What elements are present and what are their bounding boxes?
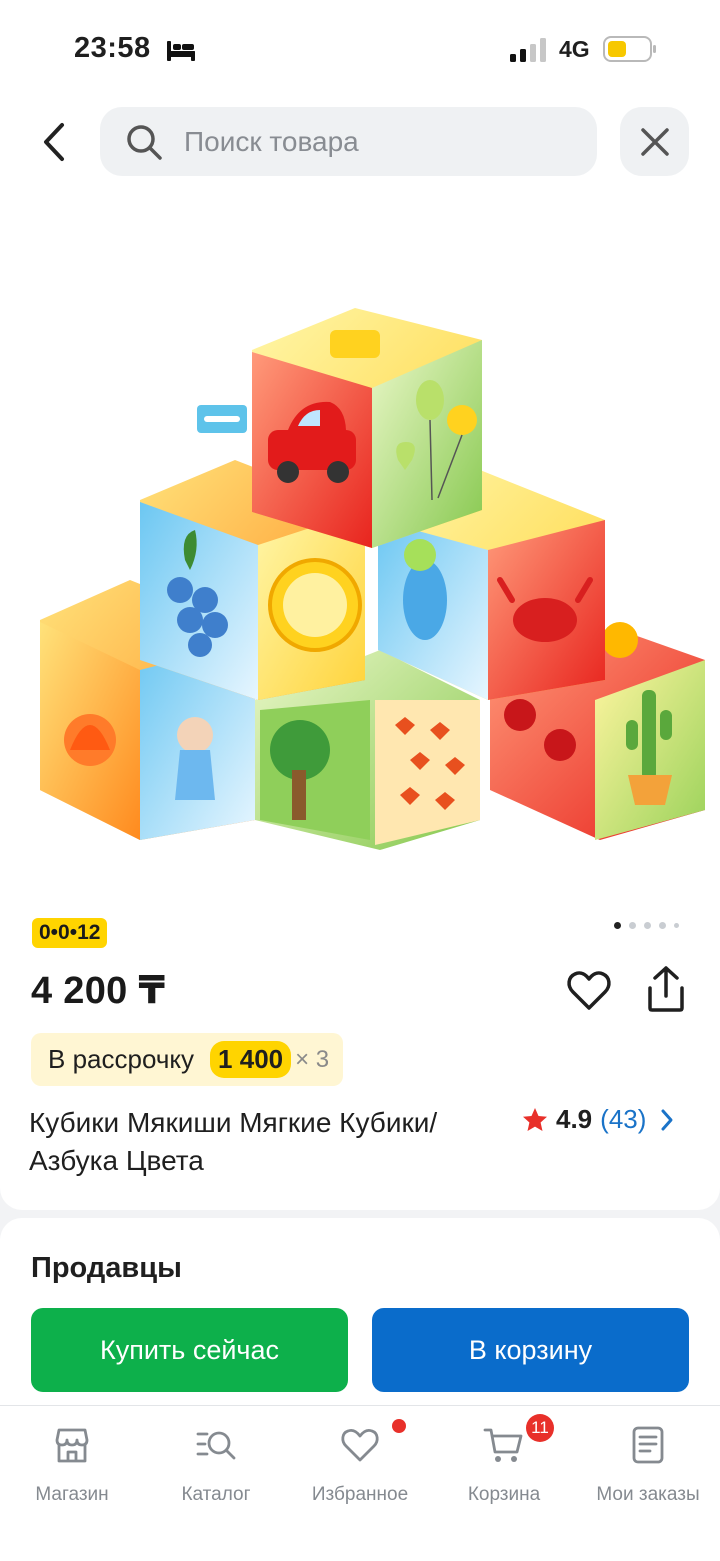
carousel-dots[interactable]	[614, 922, 679, 929]
carousel-dot[interactable]	[629, 922, 636, 929]
cart-icon	[483, 1428, 523, 1462]
installment-times: × 3	[295, 1045, 330, 1073]
status-bar: 23:58 4G	[0, 0, 720, 100]
add-to-cart-button[interactable]: В корзину	[372, 1308, 689, 1392]
battery-icon	[603, 36, 656, 62]
header	[0, 100, 720, 192]
bottom-nav: Магазин Каталог Избранное 11 Корзина Мои…	[0, 1405, 720, 1561]
nav-label-store: Магазин	[35, 1484, 109, 1505]
heart-icon	[341, 1428, 379, 1462]
back-button[interactable]	[30, 116, 78, 168]
chevron-right-icon	[661, 1109, 673, 1130]
nav-label-catalog: Каталог	[181, 1484, 251, 1505]
nav-item-cart[interactable]: 11 Корзина	[432, 1406, 576, 1516]
bed-icon	[167, 41, 195, 61]
status-time: 23:58	[74, 32, 151, 64]
signal-icon	[510, 38, 546, 62]
favorites-dot-badge	[392, 1419, 406, 1433]
carousel-dot[interactable]	[644, 922, 651, 929]
product-card: 0•0•12 4 200 ₸ В рассрочку 1 400 × 3 Куб…	[0, 190, 720, 1210]
installment-label: В рассрочку	[48, 1044, 195, 1074]
close-icon	[640, 127, 669, 156]
sellers-title: Продавцы	[31, 1252, 182, 1284]
catalog-search-icon	[196, 1431, 236, 1460]
carousel-dot[interactable]	[674, 923, 679, 928]
price: 4 200 ₸	[31, 970, 166, 1012]
network-label: 4G	[559, 36, 590, 62]
installment-amount: 1 400	[210, 1041, 292, 1078]
nav-item-catalog[interactable]: Каталог	[144, 1406, 288, 1516]
carousel-dot[interactable]	[659, 922, 666, 929]
nav-item-store[interactable]: Магазин	[0, 1406, 144, 1516]
orders-icon	[632, 1426, 664, 1464]
search-icon	[127, 124, 162, 160]
installment-banner[interactable]: В рассрочку 1 400 × 3	[31, 1033, 344, 1086]
search-input[interactable]	[184, 125, 564, 158]
product-image[interactable]	[0, 230, 720, 870]
product-title: Кубики Мякиши Мягкие Кубики/ Азбука Цвет…	[29, 1107, 438, 1176]
rating-score: 4.9	[556, 1104, 593, 1134]
nav-label-favorites: Избранное	[311, 1484, 409, 1505]
back-icon	[44, 123, 64, 161]
nav-label-cart: Корзина	[467, 1484, 541, 1505]
search-box[interactable]	[100, 107, 597, 176]
favorite-button[interactable]	[566, 968, 612, 1014]
star-icon	[523, 1107, 547, 1131]
sellers-card: Продавцы Купить сейчас В корзину	[0, 1218, 720, 1418]
nav-item-orders[interactable]: Мои заказы	[576, 1406, 720, 1516]
promo-badge: 0•0•12	[32, 918, 108, 948]
close-button[interactable]	[620, 107, 689, 176]
rating-link[interactable]: 4.9 (43)	[522, 1104, 674, 1135]
nav-label-orders: Мои заказы	[596, 1484, 700, 1505]
store-icon	[55, 1428, 89, 1463]
nav-item-favorites[interactable]: Избранное	[288, 1406, 432, 1516]
share-icon	[648, 966, 684, 1012]
buy-now-button[interactable]: Купить сейчас	[31, 1308, 348, 1392]
reviews-count: (43)	[600, 1104, 647, 1134]
share-button[interactable]	[642, 964, 690, 1014]
carousel-dot-active[interactable]	[614, 922, 621, 929]
cart-count-badge: 11	[526, 1414, 554, 1442]
heart-icon	[567, 971, 611, 1010]
